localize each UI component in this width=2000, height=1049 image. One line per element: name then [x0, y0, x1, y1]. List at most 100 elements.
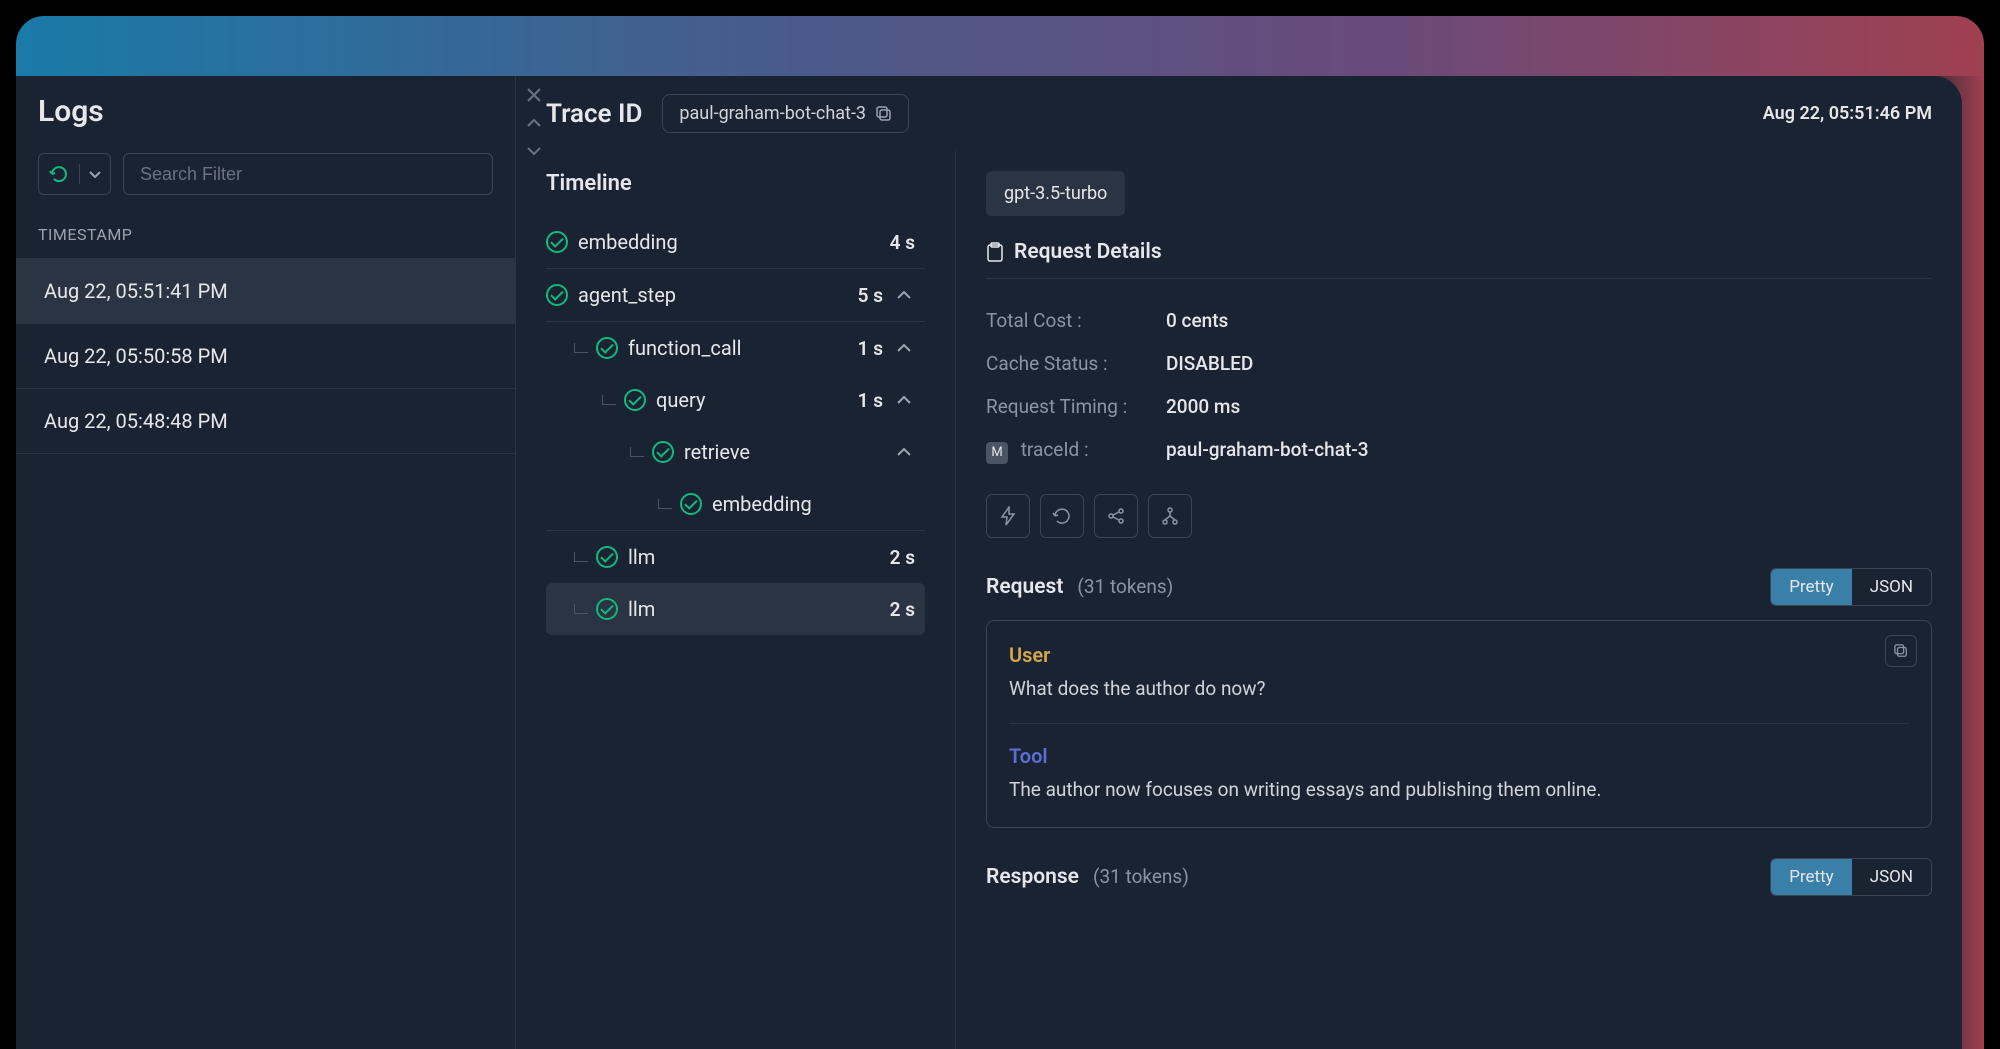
tree-connector — [574, 552, 588, 562]
view-toggle: Pretty JSON — [1770, 568, 1932, 606]
refresh-icon[interactable] — [39, 154, 79, 194]
request-token-count: (31 tokens) — [1077, 575, 1173, 598]
message-role-user: User — [1009, 643, 1909, 667]
timeline-item-llm[interactable]: llm 2 s — [546, 531, 925, 583]
detail-label: M traceId : — [986, 438, 1166, 464]
trace-id-value: paul-graham-bot-chat-3 — [679, 103, 866, 124]
request-message-box: User What does the author do now? Tool T… — [986, 620, 1932, 828]
success-icon — [652, 441, 674, 463]
pretty-toggle[interactable]: Pretty — [1771, 859, 1852, 895]
timeline-duration: 2 s — [890, 546, 915, 569]
tree-connector — [658, 499, 672, 509]
detail-value: 0 cents — [1166, 309, 1228, 332]
timeline-item-retrieve[interactable]: retrieve — [546, 426, 925, 478]
detail-row-cache: Cache Status : DISABLED — [986, 342, 1932, 385]
timeline-duration: 4 s — [890, 231, 915, 254]
success-icon — [546, 231, 568, 253]
log-row[interactable]: Aug 22, 05:48:48 PM — [16, 389, 515, 454]
chevron-up-icon[interactable] — [521, 110, 547, 136]
tree-connector — [602, 395, 616, 405]
chevron-up-icon[interactable] — [893, 441, 915, 463]
detail-label: Total Cost : — [986, 309, 1166, 332]
detail-row-timing: Request Timing : 2000 ms — [986, 385, 1932, 428]
divider — [1009, 723, 1909, 724]
timeline-label: function_call — [628, 336, 848, 360]
gradient-header — [16, 16, 1984, 76]
timeline-label: embedding — [578, 230, 880, 254]
timeline-label: agent_step — [578, 283, 848, 307]
timeline-duration: 5 s — [858, 284, 883, 307]
message-content: What does the author do now? — [1009, 675, 1909, 704]
timeline-item-query[interactable]: query 1 s — [546, 374, 925, 426]
detail-label: Cache Status : — [986, 352, 1166, 375]
timeline-column: Timeline embedding 4 s agent_step 5 s — [516, 151, 956, 1049]
message-content: The author now focuses on writing essays… — [1009, 776, 1909, 805]
success-icon — [596, 546, 618, 568]
chevron-down-icon[interactable] — [521, 138, 547, 164]
timeline-duration: 1 s — [858, 337, 883, 360]
clipboard-icon — [986, 242, 1004, 262]
success-icon — [596, 337, 618, 359]
detail-value: 2000 ms — [1166, 395, 1240, 418]
refresh-button-group[interactable] — [38, 153, 111, 195]
timeline-label: query — [656, 388, 848, 412]
log-row[interactable]: Aug 22, 05:51:41 PM — [16, 259, 515, 324]
model-badge[interactable]: gpt-3.5-turbo — [986, 171, 1125, 216]
timeline-item-function-call[interactable]: function_call 1 s — [546, 322, 925, 374]
request-details-title: Request Details — [1014, 240, 1162, 264]
tree-connector — [630, 447, 644, 457]
trace-id-title: Trace ID — [546, 99, 642, 129]
timeline-title: Timeline — [546, 171, 925, 196]
timeline-label: embedding — [712, 492, 915, 516]
tree-connector — [574, 343, 588, 353]
log-row[interactable]: Aug 22, 05:50:58 PM — [16, 324, 515, 389]
chevron-down-icon[interactable] — [80, 171, 110, 178]
success-icon — [546, 284, 568, 306]
chevron-up-icon[interactable] — [893, 389, 915, 411]
share-icon[interactable] — [1094, 494, 1138, 538]
json-toggle[interactable]: JSON — [1852, 859, 1931, 895]
timestamp-column-header: TIMESTAMP — [16, 211, 515, 259]
detail-row-traceid: M traceId : paul-graham-bot-chat-3 — [986, 428, 1932, 474]
copy-icon[interactable] — [1885, 635, 1917, 667]
logs-title: Logs — [38, 94, 493, 129]
success-icon — [680, 493, 702, 515]
timeline-label: llm — [628, 597, 880, 621]
view-toggle: Pretty JSON — [1770, 858, 1932, 896]
pretty-toggle[interactable]: Pretty — [1771, 569, 1852, 605]
copy-icon[interactable] — [876, 106, 892, 122]
timeline-item-agent-step[interactable]: agent_step 5 s — [546, 269, 925, 322]
timeline-label: retrieve — [684, 440, 883, 464]
trace-id-badge[interactable]: paul-graham-bot-chat-3 — [662, 94, 909, 133]
close-icon[interactable] — [521, 82, 547, 108]
detail-row-cost: Total Cost : 0 cents — [986, 299, 1932, 342]
json-toggle[interactable]: JSON — [1852, 569, 1931, 605]
metadata-badge: M — [986, 442, 1008, 464]
search-input[interactable] — [123, 153, 493, 195]
detail-column: gpt-3.5-turbo Request Details Total Cost… — [956, 151, 1962, 1049]
response-token-count: (31 tokens) — [1093, 865, 1189, 888]
detail-label: Request Timing : — [986, 395, 1166, 418]
timeline-duration: 2 s — [890, 598, 915, 621]
tree-connector — [574, 604, 588, 614]
success-icon — [596, 598, 618, 620]
request-section-title: Request — [986, 575, 1063, 599]
timeline-item-llm[interactable]: llm 2 s — [546, 583, 925, 635]
detail-value: paul-graham-bot-chat-3 — [1166, 438, 1369, 464]
tree-icon[interactable] — [1148, 494, 1192, 538]
logs-panel: Logs TIMESTAMP Aug 22, 05:51:41 PM Aug 2… — [16, 76, 516, 1049]
timeline-item-embedding-nested[interactable]: embedding — [546, 478, 925, 531]
bolt-icon[interactable] — [986, 494, 1030, 538]
detail-value: DISABLED — [1166, 352, 1253, 375]
timeline-item-embedding[interactable]: embedding 4 s — [546, 216, 925, 269]
request-details-header: Request Details — [986, 240, 1932, 279]
timeline-label: llm — [628, 545, 880, 569]
response-section-title: Response — [986, 865, 1079, 889]
timeline-duration: 1 s — [858, 389, 883, 412]
chevron-up-icon[interactable] — [893, 337, 915, 359]
retry-icon[interactable] — [1040, 494, 1084, 538]
message-role-tool: Tool — [1009, 744, 1909, 768]
chevron-up-icon[interactable] — [893, 284, 915, 306]
trace-timestamp: Aug 22, 05:51:46 PM — [1763, 103, 1932, 124]
success-icon — [624, 389, 646, 411]
